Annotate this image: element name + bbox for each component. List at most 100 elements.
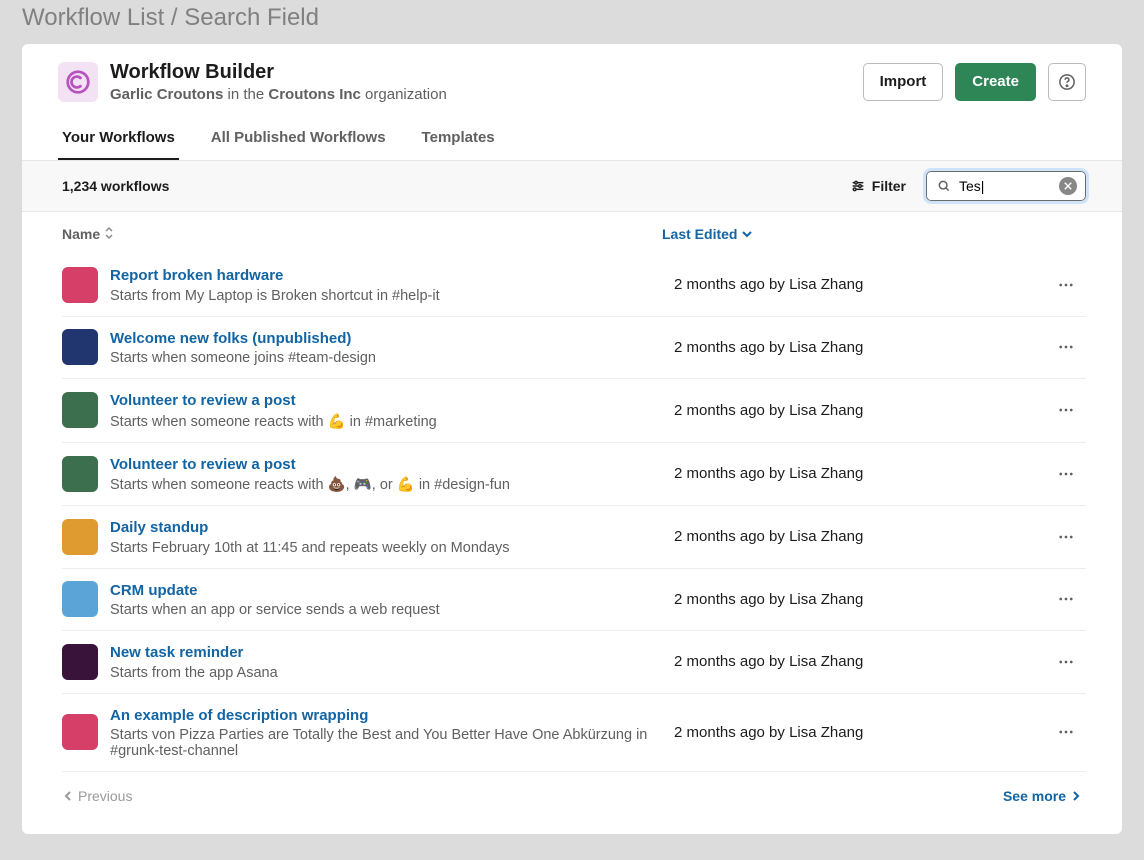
clear-search-button[interactable] [1059, 177, 1077, 195]
last-edited: 2 months ago by Lisa Zhang [674, 591, 1034, 608]
workflow-name[interactable]: An example of description wrapping [110, 706, 662, 726]
workflow-icon [62, 714, 98, 750]
last-edited: 2 months ago by Lisa Zhang [674, 276, 1034, 293]
workflow-description: Starts from My Laptop is Broken shortcut… [110, 288, 662, 304]
search-icon [937, 179, 951, 193]
workflow-name[interactable]: Volunteer to review a post [110, 391, 662, 411]
import-button[interactable]: Import [863, 63, 944, 101]
workflow-name[interactable]: Report broken hardware [110, 266, 662, 286]
toolbar: 1,234 workflows Filter [22, 161, 1122, 212]
column-name[interactable]: Name [62, 226, 662, 242]
last-edited: 2 months ago by Lisa Zhang [674, 724, 1034, 741]
ellipsis-icon [1057, 465, 1075, 483]
workflow-icon [62, 644, 98, 680]
last-edited: 2 months ago by Lisa Zhang [674, 465, 1034, 482]
tab-all-published-workflows[interactable]: All Published Workflows [207, 121, 390, 160]
row-info: Report broken hardware Starts from My La… [110, 266, 662, 304]
create-button[interactable]: Create [955, 63, 1036, 101]
ellipsis-icon [1057, 590, 1075, 608]
workflow-icon [62, 456, 98, 492]
help-button[interactable] [1048, 63, 1086, 101]
previous-button: Previous [62, 788, 132, 804]
workflow-name[interactable]: Welcome new folks (unpublished) [110, 329, 662, 349]
more-actions-button[interactable] [1046, 465, 1086, 483]
table-header: Name Last Edited [22, 212, 1122, 254]
sort-icon [104, 226, 114, 242]
row-info: Volunteer to review a post Starts when s… [110, 455, 662, 494]
workflow-description: Starts when someone joins #team-design [110, 350, 662, 366]
question-icon [1058, 73, 1076, 91]
title-block: Workflow Builder Garlic Croutons in the … [110, 60, 851, 103]
more-actions-button[interactable] [1046, 723, 1086, 741]
row-info: An example of description wrapping Start… [110, 706, 662, 760]
workflow-description: Starts February 10th at 11:45 and repeat… [110, 540, 662, 556]
breadcrumb: Garlic Croutons in the Croutons Inc orga… [110, 86, 851, 103]
table-row[interactable]: Daily standup Starts February 10th at 11… [62, 506, 1086, 569]
table-row[interactable]: An example of description wrapping Start… [62, 694, 1086, 773]
table-row[interactable]: Volunteer to review a post Starts when s… [62, 379, 1086, 443]
column-last-edited[interactable]: Last Edited [662, 226, 1086, 242]
workflow-name[interactable]: New task reminder [110, 643, 662, 663]
last-edited: 2 months ago by Lisa Zhang [674, 653, 1034, 670]
tab-bar: Your Workflows All Published Workflows Tem… [22, 121, 1122, 161]
app-logo [58, 62, 98, 102]
workflow-count: 1,234 workflows [62, 178, 169, 194]
more-actions-button[interactable] [1046, 590, 1086, 608]
workflow-icon [62, 329, 98, 365]
last-edited: 2 months ago by Lisa Zhang [674, 402, 1034, 419]
workflow-icon [62, 392, 98, 428]
header-actions: Import Create [863, 63, 1086, 101]
see-more-button[interactable]: See more [1003, 788, 1082, 804]
workflow-description: Starts from the app Asana [110, 665, 662, 681]
table-row[interactable]: New task reminder Starts from the app As… [62, 631, 1086, 694]
table-row[interactable]: Report broken hardware Starts from My La… [62, 254, 1086, 317]
ellipsis-icon [1057, 528, 1075, 546]
workflow-name[interactable]: Volunteer to review a post [110, 455, 662, 475]
page-title: Workflow List / Search Field [0, 0, 1144, 44]
workflow-name[interactable]: CRM update [110, 581, 662, 601]
workflow-icon [62, 267, 98, 303]
panel-header: Workflow Builder Garlic Croutons in the … [22, 44, 1122, 103]
table-row[interactable]: Welcome new folks (unpublished) Starts w… [62, 317, 1086, 380]
app-title: Workflow Builder [110, 60, 851, 84]
filter-button[interactable]: Filter [840, 172, 916, 200]
chevron-down-icon [741, 228, 753, 240]
copyright-icon [65, 69, 91, 95]
ellipsis-icon [1057, 338, 1075, 356]
more-actions-button[interactable] [1046, 528, 1086, 546]
workflow-list: Report broken hardware Starts from My La… [22, 254, 1122, 772]
ellipsis-icon [1057, 401, 1075, 419]
search-input-wrapper[interactable] [926, 171, 1086, 201]
last-edited: 2 months ago by Lisa Zhang [674, 528, 1034, 545]
table-row[interactable]: CRM update Starts when an app or service… [62, 569, 1086, 632]
more-actions-button[interactable] [1046, 276, 1086, 294]
workflow-icon [62, 519, 98, 555]
ellipsis-icon [1057, 653, 1075, 671]
workflow-description: Starts when an app or service sends a we… [110, 602, 662, 618]
row-info: New task reminder Starts from the app As… [110, 643, 662, 681]
workflow-icon [62, 581, 98, 617]
more-actions-button[interactable] [1046, 653, 1086, 671]
tab-your-workflows[interactable]: Your Workflows [58, 121, 179, 160]
close-icon [1064, 182, 1072, 190]
ellipsis-icon [1057, 276, 1075, 294]
workflow-name[interactable]: Daily standup [110, 518, 662, 538]
row-info: Welcome new folks (unpublished) Starts w… [110, 329, 662, 367]
ellipsis-icon [1057, 723, 1075, 741]
workflow-description: Starts when someone reacts with 💪 in #ma… [110, 413, 662, 430]
tab-templates[interactable]: Templates [418, 121, 499, 160]
workflow-description: Starts von Pizza Parties are Totally the… [110, 727, 662, 759]
chevron-left-icon [62, 790, 74, 802]
more-actions-button[interactable] [1046, 338, 1086, 356]
last-edited: 2 months ago by Lisa Zhang [674, 339, 1034, 356]
search-input[interactable] [959, 178, 1051, 194]
more-actions-button[interactable] [1046, 401, 1086, 419]
table-row[interactable]: Volunteer to review a post Starts when s… [62, 443, 1086, 507]
workflow-description: Starts when someone reacts with 💩, 🎮, or… [110, 476, 662, 493]
sliders-icon [850, 178, 866, 194]
row-info: CRM update Starts when an app or service… [110, 581, 662, 619]
chevron-right-icon [1070, 790, 1082, 802]
app-panel: Workflow Builder Garlic Croutons in the … [22, 44, 1122, 834]
pagination: Previous See more [22, 772, 1122, 820]
row-info: Daily standup Starts February 10th at 11… [110, 518, 662, 556]
